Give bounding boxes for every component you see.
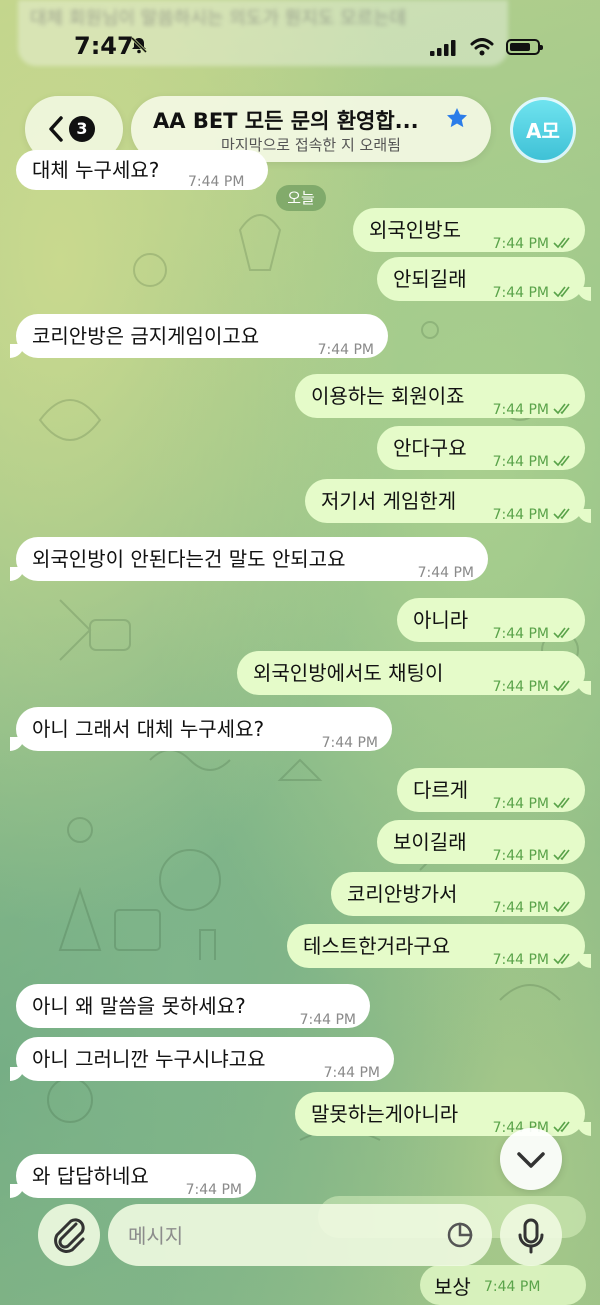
message-incoming[interactable]: 아니 그래서 대체 누구세요? 7:44 PM — [10, 707, 392, 751]
message-outgoing[interactable]: 다르게 7:44 PM — [397, 768, 585, 812]
message-incoming[interactable]: 외국인방이 안된다는건 말도 안되고요 7:44 PM — [10, 537, 488, 581]
read-checkmarks-icon — [553, 901, 570, 913]
read-checkmarks-icon — [553, 849, 570, 861]
message-text: 안되길래 — [393, 267, 467, 291]
date-separator: 오늘 — [276, 185, 326, 211]
message-incoming[interactable]: 아니 그러니깐 누구시냐고요 7:44 PM — [10, 1037, 394, 1081]
message-time: 7:44 PM — [492, 454, 549, 470]
message-incoming[interactable]: 와 답답하네요 7:44 PM — [10, 1154, 256, 1198]
scroll-to-bottom-button[interactable] — [500, 1128, 562, 1190]
message-text: 외국인방에서도 채팅이 — [253, 661, 444, 685]
message-outgoing[interactable]: 보이길래 7:44 PM — [377, 820, 585, 864]
message-text: 다르게 — [413, 778, 469, 802]
message-outgoing[interactable]: 안다구요 7:44 PM — [377, 426, 585, 470]
ghost-message-text: 대체 회원님이 말씀하시는 의도가 뭔지도 모르는데 — [30, 8, 407, 29]
read-checkmarks-icon — [553, 403, 570, 415]
wifi-icon — [470, 38, 494, 56]
message-outgoing[interactable]: 코리안방가서 7:44 PM — [331, 872, 585, 916]
message-input[interactable] — [126, 1204, 430, 1268]
message-text: 대체 누구세요? — [32, 158, 160, 182]
message-time: 7:44 PM — [492, 507, 549, 523]
message-time: 7:44 PM — [317, 342, 374, 358]
message-text: 와 답답하네요 — [32, 1164, 149, 1188]
message-text: 코리안방가서 — [347, 882, 458, 906]
message-time: 7:44 PM — [299, 1012, 356, 1028]
message-time: 7:44 PM — [492, 236, 549, 252]
message-text: 아니 왜 말씀을 못하세요? — [32, 994, 246, 1018]
read-checkmarks-icon — [553, 680, 570, 692]
read-checkmarks-icon — [553, 286, 570, 298]
message-text: 외국인방도 — [369, 218, 461, 242]
read-checkmarks-icon — [553, 953, 570, 965]
message-text: 아니 그러니깐 누구시냐고요 — [32, 1047, 266, 1071]
battery-icon — [506, 39, 543, 55]
message-time: 7:44 PM — [492, 679, 549, 695]
message-text: 안다구요 — [393, 436, 467, 460]
message-time: 7:44 PM — [492, 900, 549, 916]
read-checkmarks-icon — [553, 627, 570, 639]
message-text: 말못하는게아니라 — [311, 1102, 459, 1126]
cellular-signal-icon — [430, 40, 456, 56]
message-outgoing-ghost: 보상 7:44 PM — [420, 1265, 586, 1305]
microphone-button[interactable] — [500, 1204, 562, 1266]
message-incoming[interactable]: 대체 누구세요? 7:44 PM — [16, 150, 268, 190]
attach-button[interactable] — [38, 1204, 100, 1266]
message-time: 7:44 PM — [492, 402, 549, 418]
message-outgoing[interactable]: 이용하는 회원이죠 7:44 PM — [295, 374, 585, 418]
message-text: 보상 — [434, 1275, 471, 1299]
message-time: 7:44 PM — [185, 1182, 242, 1198]
status-time: 7:47 — [74, 32, 134, 60]
microphone-icon — [518, 1218, 544, 1254]
message-time: 7:44 PM — [188, 174, 245, 190]
chevron-left-icon — [49, 116, 63, 142]
message-text: 테스트한거라구요 — [303, 934, 451, 958]
message-outgoing[interactable]: 외국인방에서도 채팅이 7:44 PM — [237, 651, 591, 695]
message-incoming[interactable]: 아니 왜 말씀을 못하세요? 7:44 PM — [16, 984, 370, 1028]
message-time: 7:44 PM — [492, 285, 549, 301]
message-time: 7:44 PM — [492, 796, 549, 812]
message-outgoing[interactable]: 저기서 게임한게 7:44 PM — [305, 479, 591, 523]
message-text: 아니라 — [413, 608, 469, 632]
message-text: 이용하는 회원이죠 — [311, 384, 465, 408]
message-time: 7:44 PM — [492, 626, 549, 642]
read-checkmarks-icon — [553, 508, 570, 520]
message-incoming[interactable]: 코리안방은 금지게임이고요 7:44 PM — [10, 314, 388, 358]
message-text: 아니 그래서 대체 누구세요? — [32, 717, 265, 741]
sticker-icon[interactable] — [446, 1221, 474, 1249]
read-checkmarks-icon — [553, 237, 570, 249]
message-text: 저기서 게임한게 — [321, 489, 457, 513]
bell-slash-icon — [130, 36, 148, 54]
chevron-down-icon — [517, 1152, 545, 1168]
message-time: 7:44 PM — [321, 735, 378, 751]
message-text: 외국인방이 안된다는건 말도 안되고요 — [32, 547, 346, 571]
read-checkmarks-icon — [553, 797, 570, 809]
message-outgoing[interactable]: 외국인방도 7:44 PM — [353, 208, 585, 252]
message-text: 보이길래 — [393, 830, 467, 854]
message-outgoing[interactable]: 안되길래 7:44 PM — [377, 257, 591, 301]
chat-title: AA BET 모든 문의 환영합... — [153, 109, 419, 133]
message-time: 7:44 PM — [492, 848, 549, 864]
message-time: 7:44 PM — [492, 952, 549, 968]
message-time: 7:44 PM — [417, 565, 474, 581]
message-outgoing[interactable]: 테스트한거라구요 7:44 PM — [287, 924, 591, 968]
paperclip-icon — [54, 1218, 85, 1253]
message-time: 7:44 PM — [484, 1279, 541, 1295]
unread-count-badge: 3 — [69, 116, 95, 142]
message-text: 코리안방은 금지게임이고요 — [32, 324, 260, 348]
read-checkmarks-icon — [553, 455, 570, 467]
message-composer — [108, 1204, 492, 1268]
message-time: 7:44 PM — [323, 1065, 380, 1081]
star-icon — [447, 108, 467, 128]
avatar[interactable]: A모 — [510, 97, 576, 163]
message-outgoing[interactable]: 아니라 7:44 PM — [397, 598, 585, 642]
